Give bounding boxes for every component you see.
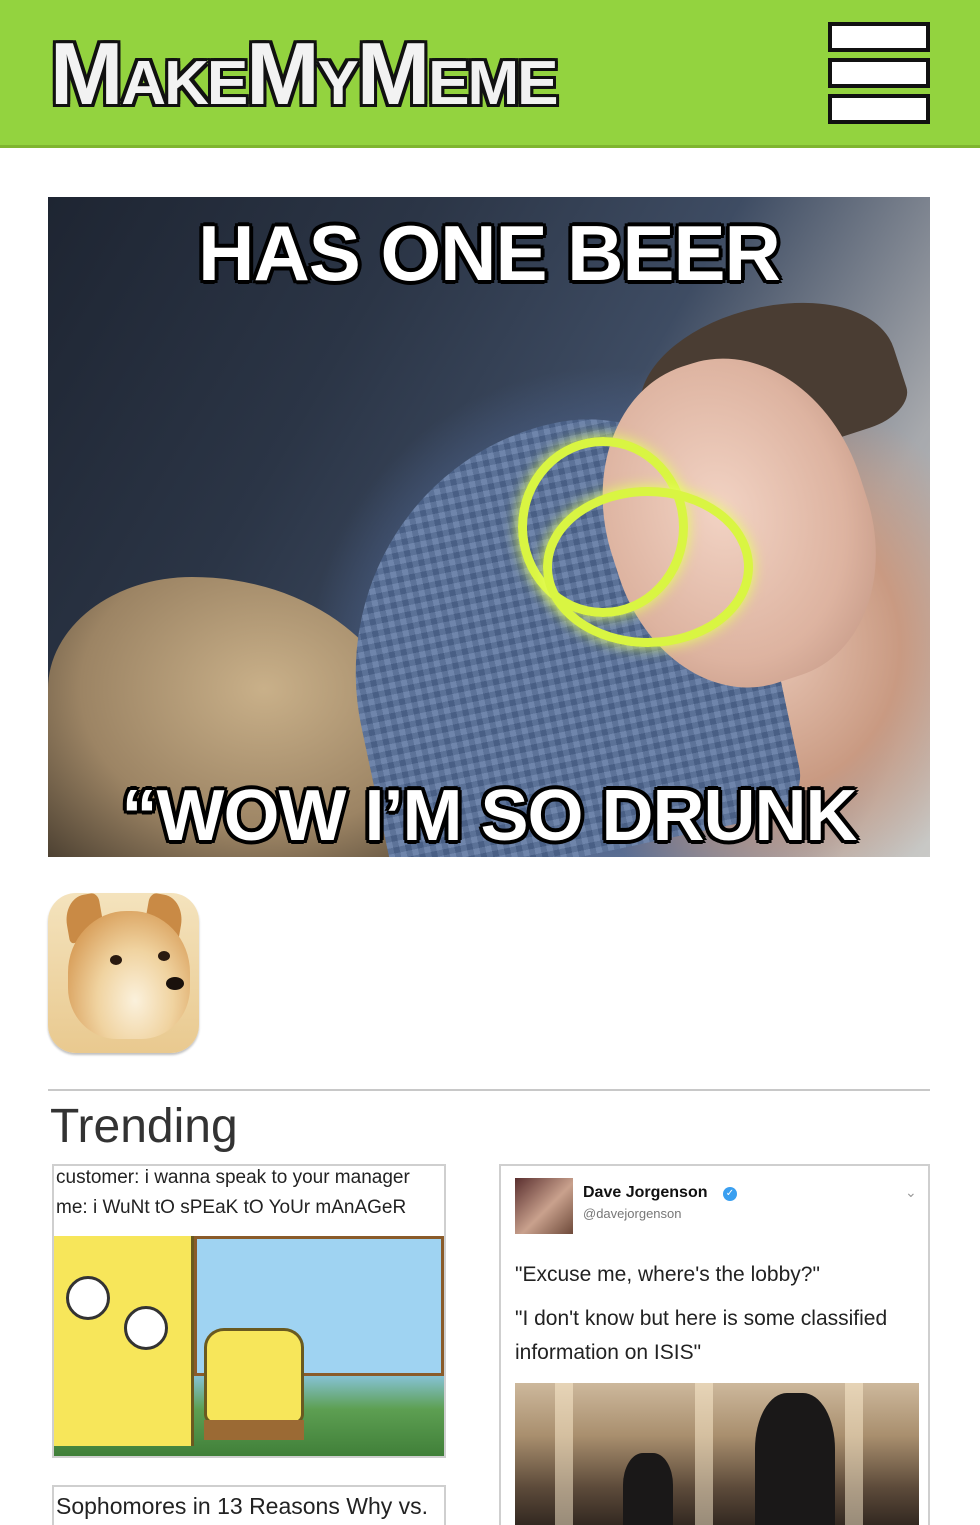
dog-eye [110, 955, 122, 965]
dog-head [68, 911, 190, 1039]
menu-bar [828, 58, 930, 88]
lobby-pillar [695, 1383, 713, 1525]
lobby-pillar [555, 1383, 573, 1525]
meme-image[interactable]: HAS ONE BEER “WOW I’M SO DRUNK DUDE” [48, 197, 930, 857]
card-caption-line: Sophomores in 13 Reasons Why vs. [56, 1493, 429, 1519]
eye [124, 1306, 168, 1350]
spongebob-figure [204, 1328, 304, 1424]
section-divider [48, 1089, 930, 1091]
spongebob-closeup [54, 1236, 194, 1446]
tweet-image-lobby [515, 1383, 919, 1525]
spongebob-image [54, 1236, 444, 1456]
person-figure [755, 1393, 835, 1525]
tweet-author-name: Dave Jorgenson [583, 1184, 708, 1201]
tweet-avatar[interactable] [515, 1178, 573, 1234]
menu-bar [828, 22, 930, 52]
doge-avatar-icon[interactable] [48, 893, 199, 1053]
person-figure [623, 1453, 673, 1525]
tweet-author-handle: @davejorgenson [583, 1206, 682, 1221]
meme-top-caption: HAS ONE BEER [198, 209, 781, 297]
trending-heading: Trending [50, 1100, 238, 1153]
spongebob-pants [204, 1420, 304, 1440]
dog-eye [158, 951, 170, 961]
site-logo[interactable]: MakeMyMeme [50, 18, 559, 130]
lobby-pillar [845, 1383, 863, 1525]
chevron-down-icon[interactable]: ⌄ [905, 1184, 917, 1201]
tweet-text-line: "I don't know but here is some classifie… [515, 1307, 888, 1330]
card-caption-line: customer: i wanna speak to your manager [56, 1167, 410, 1188]
tweet-text-line: information on ISIS" [515, 1341, 702, 1364]
glow-stick-necklace [543, 487, 753, 647]
dog-nose [166, 977, 184, 990]
hamburger-menu-icon[interactable] [828, 22, 930, 124]
menu-bar [828, 94, 930, 124]
site-header: MakeMyMeme [0, 0, 980, 148]
trending-card-tweet[interactable]: Dave Jorgenson ✓ @davejorgenson ⌄ "Excus… [499, 1164, 930, 1525]
trending-card-spongebob[interactable]: customer: i wanna speak to your manager … [52, 1164, 446, 1458]
trending-card-13-reasons[interactable]: Sophomores in 13 Reasons Why vs. [52, 1485, 446, 1525]
meme-bottom-caption: “WOW I’M SO DRUNK DUDE” [121, 776, 858, 856]
eye [66, 1276, 110, 1320]
card-caption-line: me: i WuNt tO sPEaK tO YoUr mAnAGeR [56, 1197, 407, 1218]
verified-badge-icon: ✓ [723, 1187, 737, 1201]
tweet-text-line: "Excuse me, where's the lobby?" [515, 1263, 820, 1286]
